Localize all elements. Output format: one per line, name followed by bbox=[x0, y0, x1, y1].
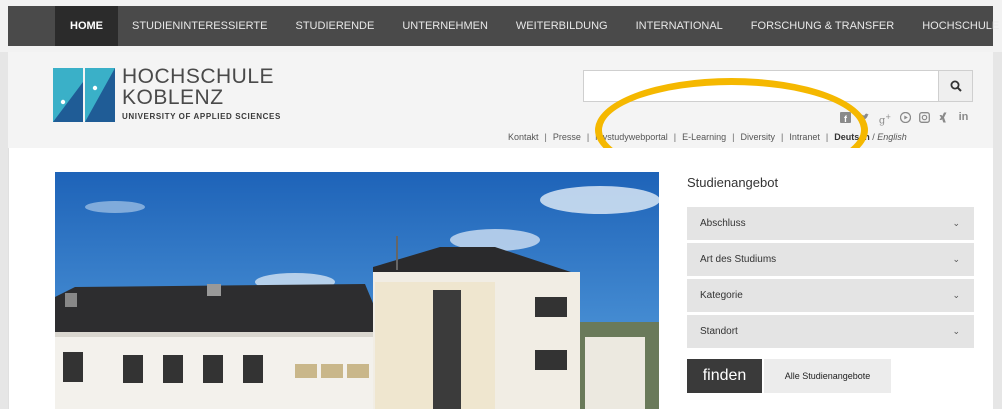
brand-line-2: KOBLENZ bbox=[122, 86, 224, 109]
xing-icon[interactable] bbox=[938, 112, 949, 123]
link-diversity[interactable]: Diversity bbox=[741, 132, 776, 142]
link-mystudywebportal[interactable]: mystudywebportal bbox=[595, 132, 668, 142]
utility-links: Kontakt | Presse | mystudywebportal | E-Learni… bbox=[508, 132, 907, 142]
nav-item-international[interactable]: International bbox=[622, 6, 737, 46]
filter-abschluss[interactable]: Abschluss ⌄ bbox=[687, 207, 974, 240]
chevron-down-icon: ⌄ bbox=[952, 290, 960, 300]
filter-label: Standort bbox=[700, 326, 738, 337]
linkedin-icon[interactable]: in bbox=[957, 112, 970, 123]
language-english[interactable]: English bbox=[877, 132, 907, 142]
search-input[interactable] bbox=[583, 70, 939, 102]
main-navbar: Home Studieninteressierte Studierende Un… bbox=[8, 6, 999, 46]
filter-kategorie[interactable]: Kategorie ⌄ bbox=[687, 279, 974, 312]
nav-item-forschung-transfer[interactable]: Forschung & Transfer bbox=[737, 6, 908, 46]
instagram-icon[interactable] bbox=[919, 112, 930, 123]
nav-item-hochschule-label: Hochschule bbox=[922, 20, 1000, 32]
twitter-icon[interactable] bbox=[859, 112, 870, 123]
filter-label: Kategorie bbox=[700, 290, 743, 301]
chevron-down-icon: ⌄ bbox=[952, 254, 960, 264]
university-logo[interactable] bbox=[53, 68, 115, 122]
chevron-down-icon: ⌄ bbox=[952, 218, 960, 228]
facebook-icon[interactable]: f bbox=[840, 112, 851, 124]
link-intranet[interactable]: Intranet bbox=[789, 132, 820, 142]
nav-item-hochschule[interactable]: Hochschule⌄ bbox=[908, 6, 1002, 46]
search-button[interactable] bbox=[939, 70, 973, 102]
social-icons: f g+ in bbox=[840, 111, 970, 126]
filter-standort[interactable]: Standort ⌄ bbox=[687, 315, 974, 348]
filter-label: Art des Studiums bbox=[700, 254, 777, 265]
site-header: HOCHSCHULE KOBLENZ UNIVERSITY OF APPLIED… bbox=[8, 52, 993, 148]
top-navigation-area: Home Studieninteressierte Studierende Un… bbox=[0, 0, 1002, 52]
language-german[interactable]: Deutsch bbox=[834, 132, 870, 142]
find-button[interactable]: finden bbox=[687, 359, 762, 393]
nav-item-weiterbildung[interactable]: Weiterbildung bbox=[502, 6, 622, 46]
link-e-learning[interactable]: E-Learning bbox=[682, 132, 726, 142]
chevron-down-icon: ⌄ bbox=[952, 326, 960, 336]
all-programs-button[interactable]: Alle Studienangebote bbox=[764, 359, 891, 393]
brand-tagline: UNIVERSITY OF APPLIED SCIENCES bbox=[122, 112, 281, 121]
main-content: Studienangebot Abschluss ⌄ Art des Studiu… bbox=[8, 148, 993, 409]
brand-line-1: HOCHSCHULE bbox=[122, 65, 275, 88]
nav-item-studierende[interactable]: Studierende bbox=[282, 6, 389, 46]
nav-item-home[interactable]: Home bbox=[55, 6, 118, 46]
link-presse[interactable]: Presse bbox=[553, 132, 581, 142]
search-icon bbox=[950, 80, 962, 92]
filter-art-des-studiums[interactable]: Art des Studiums ⌄ bbox=[687, 243, 974, 276]
nav-item-studieninteressierte[interactable]: Studieninteressierte bbox=[118, 6, 282, 46]
filter-label: Abschluss bbox=[700, 218, 746, 229]
nav-item-unternehmen[interactable]: Unternehmen bbox=[388, 6, 502, 46]
link-kontakt[interactable]: Kontakt bbox=[508, 132, 539, 142]
sidebar-title: Studienangebot bbox=[687, 175, 779, 190]
google-plus-icon[interactable]: g+ bbox=[878, 112, 892, 126]
campus-building-photo bbox=[55, 172, 659, 409]
youtube-icon[interactable] bbox=[899, 111, 912, 124]
